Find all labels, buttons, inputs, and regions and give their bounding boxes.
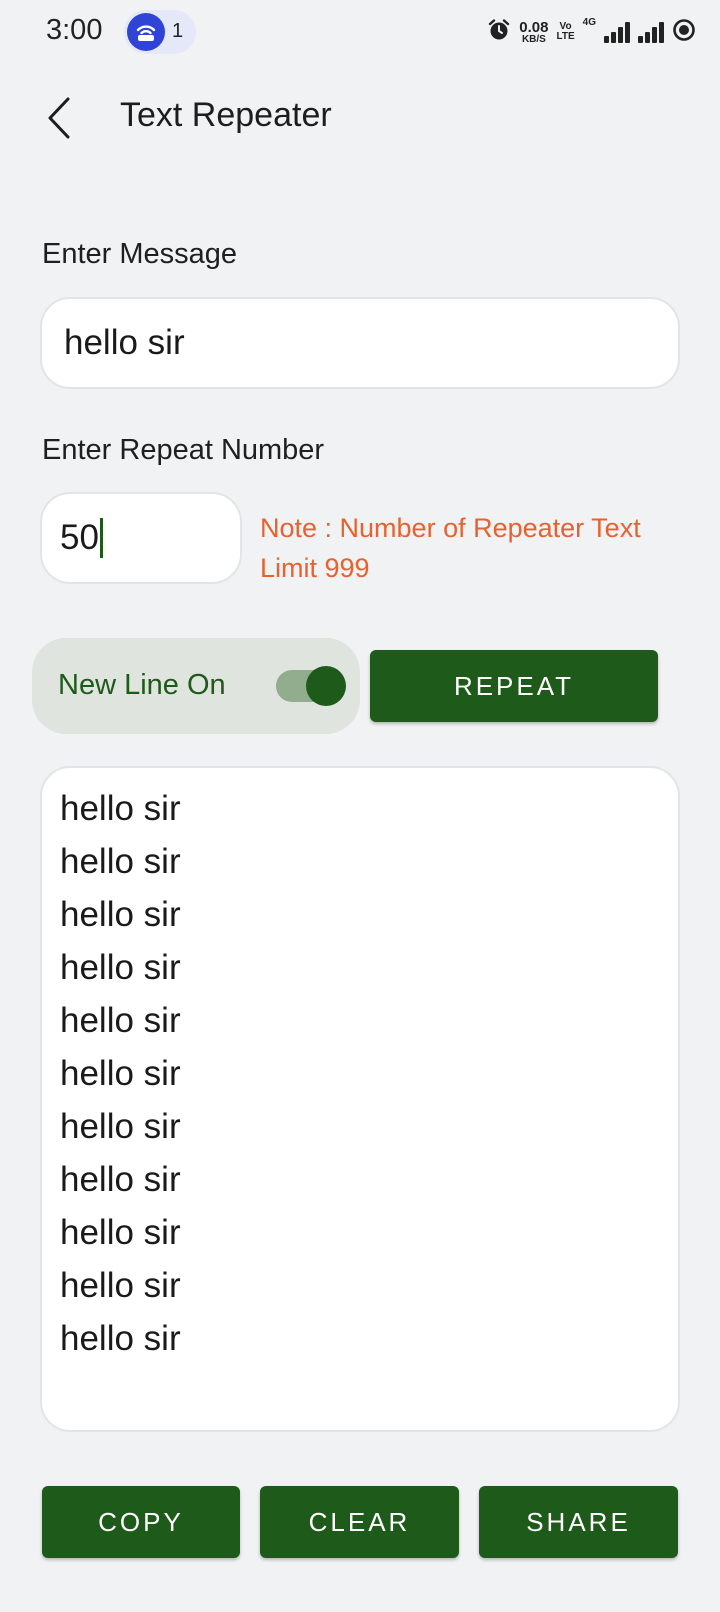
output-line: hello sir: [60, 842, 181, 881]
chevron-left-icon: [48, 97, 70, 139]
network-speed: 0.08 KB/S: [519, 20, 548, 45]
message-value: hello sir: [64, 323, 185, 362]
clear-button[interactable]: CLEAR: [260, 1486, 459, 1558]
speed-unit: KB/S: [521, 33, 546, 45]
speed-value: 0.08: [519, 18, 549, 36]
ring-icon: [672, 18, 696, 47]
output-line: hello sir: [60, 1054, 181, 1093]
share-button[interactable]: SHARE: [479, 1486, 678, 1558]
output-line: hello sir: [60, 1001, 181, 1040]
output-line: hello sir: [60, 1213, 181, 1252]
alarm-icon: [487, 18, 511, 47]
repeat-number-label: Enter Repeat Number: [42, 434, 325, 466]
new-line-toggle-card[interactable]: New Line On: [32, 638, 360, 734]
output-line: hello sir: [60, 1319, 181, 1358]
signal-icon: [604, 21, 630, 43]
output-line: hello sir: [60, 1266, 181, 1305]
switch-knob: [306, 666, 346, 706]
output-line: hello sir: [60, 895, 181, 934]
repeat-button[interactable]: REPEAT: [370, 650, 658, 722]
status-icons: 0.08 KB/S Vo LTE 4G: [487, 14, 696, 50]
repeat-number-value: 50: [60, 518, 99, 557]
signal-icon: [638, 21, 664, 43]
limit-note: Note : Number of Repeater Text Limit 999: [260, 513, 641, 583]
status-time: 3:00: [46, 14, 103, 46]
repeat-number-input[interactable]: 50: [40, 492, 242, 584]
new-line-switch[interactable]: [276, 666, 346, 706]
volte-indicator: Vo LTE: [557, 22, 575, 42]
message-input[interactable]: hello sir: [40, 297, 680, 389]
back-button[interactable]: [34, 92, 82, 144]
new-line-label: New Line On: [58, 669, 226, 701]
hotspot-icon: [127, 13, 165, 51]
hotspot-indicator: 1: [124, 10, 196, 54]
output-textarea[interactable]: hello sir hello sir hello sir hello sir hell…: [40, 766, 680, 1432]
hotspot-count: 1: [172, 20, 184, 42]
page-title: Text Repeater: [120, 96, 332, 134]
output-line: hello sir: [60, 1107, 181, 1146]
message-label: Enter Message: [42, 238, 238, 270]
output-line: hello sir: [60, 1160, 181, 1199]
output-line: hello sir: [60, 948, 181, 987]
text-cursor: [99, 518, 103, 558]
volte-bottom: LTE: [556, 31, 575, 42]
network-type: 4G: [582, 16, 596, 28]
copy-button[interactable]: COPY: [42, 1486, 240, 1558]
output-line: hello sir: [60, 789, 181, 828]
output-lines: hello sir hello sir hello sir hello sir hell…: [60, 782, 181, 1365]
